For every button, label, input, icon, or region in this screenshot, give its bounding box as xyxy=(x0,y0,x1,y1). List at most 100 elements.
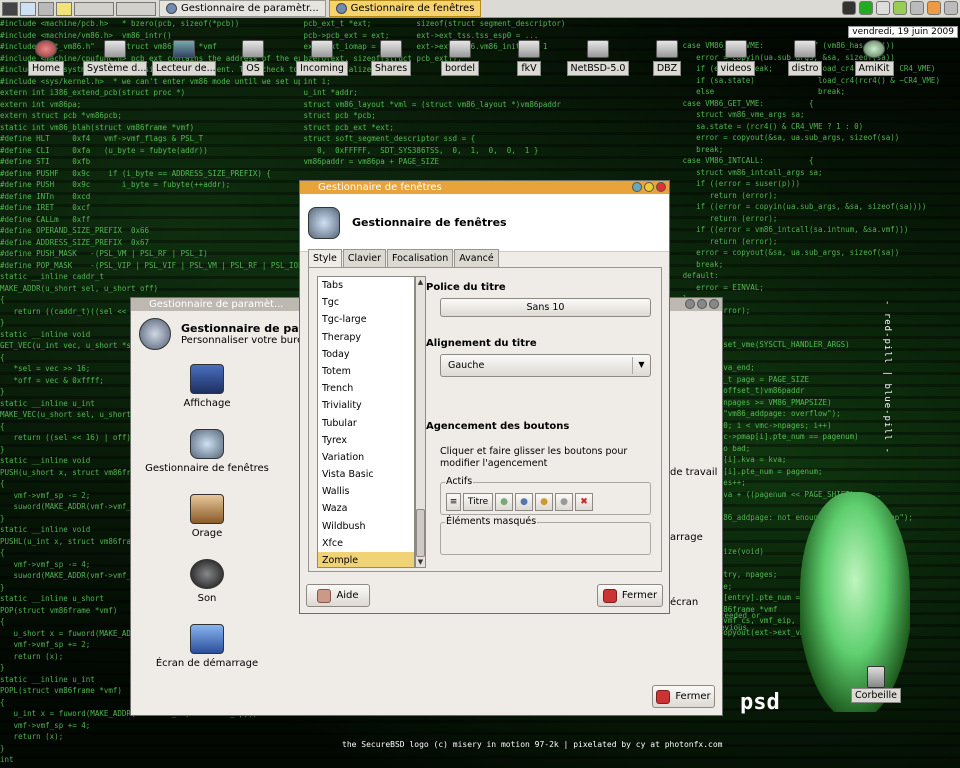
list-item[interactable]: Vista Basic xyxy=(318,466,414,483)
pref-item-window-manager[interactable]: Gestionnaire de fenêtres xyxy=(137,429,277,474)
clock[interactable]: vendredi, 19 juin 2009 xyxy=(848,26,958,38)
workspace-1-icon[interactable] xyxy=(38,1,54,16)
desktop-icon-incoming[interactable]: Incoming xyxy=(290,40,354,79)
pref-item-workspaces-label[interactable]: de travail xyxy=(670,467,717,478)
header-subtitle: Personnaliser votre burea xyxy=(181,335,310,346)
active-buttons-label: Actifs xyxy=(445,476,474,487)
desktop-icon-home[interactable]: Home xyxy=(14,40,78,79)
tab-style[interactable]: Style xyxy=(308,249,342,268)
list-item[interactable]: Triviality xyxy=(318,397,414,414)
display-icon xyxy=(190,364,224,394)
close-button[interactable]: Fermer xyxy=(652,685,715,708)
pref-item-orage[interactable]: Orage xyxy=(137,494,277,539)
folder-icon xyxy=(380,40,402,58)
title-align-select[interactable]: Gauche ▼ xyxy=(440,354,651,377)
taskbar-item-window-manager[interactable]: Gestionnaire de fenêtres xyxy=(328,0,482,17)
window-manager-icon xyxy=(190,429,224,459)
pref-item-startup-label[interactable]: arrage xyxy=(670,532,703,543)
clipboard-icon[interactable] xyxy=(910,1,924,15)
scroll-thumb[interactable] xyxy=(416,509,425,557)
tab-keyboard[interactable]: Clavier xyxy=(342,249,386,267)
window-title: Gestionnaire de paramèt... xyxy=(149,299,284,310)
desktop-icon-videos[interactable]: videos xyxy=(704,40,768,79)
list-item[interactable]: Variation xyxy=(318,449,414,466)
desktop-icon-os[interactable]: OS xyxy=(221,40,285,79)
close-button[interactable]: Fermer xyxy=(597,584,663,607)
folder-icon xyxy=(311,40,333,58)
list-item-selected[interactable]: Zomple xyxy=(318,552,414,567)
desktop-icon-shares[interactable]: Shares xyxy=(359,40,423,79)
scroll-down-icon[interactable]: ▼ xyxy=(416,557,425,567)
desktop-icon-system[interactable]: Système d... xyxy=(83,40,147,79)
pref-item-sound[interactable]: Son xyxy=(137,559,277,604)
folder-icon xyxy=(449,40,471,58)
desktop-icon-amikit[interactable]: AmiKit xyxy=(842,40,906,79)
list-item[interactable]: Tabs xyxy=(318,277,414,294)
desktop-icon-dbz[interactable]: DBZ xyxy=(635,40,699,79)
tab-focus[interactable]: Focalisation xyxy=(386,249,454,267)
firefox-icon[interactable] xyxy=(927,1,941,15)
window-controls xyxy=(685,299,719,309)
minimize-icon[interactable] xyxy=(632,182,642,192)
help-button[interactable]: Aide xyxy=(306,584,370,607)
scroll-up-icon[interactable]: ▲ xyxy=(416,277,425,287)
maximize-icon[interactable] xyxy=(644,182,654,192)
close-button-slot[interactable]: ✖ xyxy=(575,493,593,511)
desktop-icon-netbsd[interactable]: NetBSD-5.0 xyxy=(566,40,630,79)
terminal-icon[interactable] xyxy=(842,1,856,15)
workspace-3-icon[interactable] xyxy=(74,1,114,16)
chevron-down-icon: ▼ xyxy=(632,357,650,374)
battery-icon[interactable] xyxy=(859,1,873,15)
window-titlebar[interactable]: Gestionnaire de fenêtres xyxy=(300,181,669,194)
list-item[interactable]: Waza xyxy=(318,500,414,517)
tab-panel-style: Tabs Tgc Tgc-large Therapy Today Totem T… xyxy=(308,267,662,572)
drive-icon xyxy=(104,40,126,58)
power-icon[interactable] xyxy=(944,1,958,15)
list-item[interactable]: Tgc-large xyxy=(318,311,414,328)
pref-item-screen-label[interactable]: écran xyxy=(670,597,698,608)
list-item[interactable]: Xfce xyxy=(318,535,414,552)
window-manager-window: Gestionnaire de fenêtres Gestionnaire de… xyxy=(299,180,670,614)
tab-advanced[interactable]: Avancé xyxy=(454,249,499,267)
desktop-icon-floppy[interactable]: Lecteur de... xyxy=(152,40,216,79)
stick-button-slot[interactable]: ● xyxy=(495,493,513,511)
desktop-icon-trash[interactable]: Corbeille xyxy=(850,666,902,703)
menu-button-slot[interactable]: ≡ xyxy=(446,493,461,511)
title-button-slot[interactable]: Titre xyxy=(463,493,493,511)
desktop-icon-distro[interactable]: distro xyxy=(773,40,837,79)
workspace-4-icon[interactable] xyxy=(116,1,156,16)
xfce-icon xyxy=(190,624,224,654)
shade-button-slot[interactable]: ● xyxy=(515,493,533,511)
list-item[interactable]: Trench xyxy=(318,380,414,397)
desktop-icon-fkv[interactable]: fkV xyxy=(497,40,561,79)
pref-item-display[interactable]: Affichage xyxy=(137,364,277,409)
hidden-buttons-frame[interactable]: Éléments masqués xyxy=(440,516,651,555)
maximize-button-slot[interactable]: ● xyxy=(555,493,573,511)
app-menu-icon[interactable] xyxy=(2,1,18,16)
close-icon[interactable] xyxy=(709,299,719,309)
taskbar-item-settings[interactable]: Gestionnaire de paramètr... xyxy=(159,0,326,17)
theme-list-scrollbar[interactable]: ▲ ▼ xyxy=(415,276,426,568)
network-icon[interactable] xyxy=(893,1,907,15)
list-item[interactable]: Tubular xyxy=(318,415,414,432)
title-font-button[interactable]: Sans 10 xyxy=(440,298,651,317)
maximize-icon[interactable] xyxy=(697,299,707,309)
list-item[interactable]: Wildbush xyxy=(318,518,414,535)
minimize-button-slot[interactable]: ● xyxy=(535,493,553,511)
show-desktop-icon[interactable] xyxy=(20,1,36,16)
list-item[interactable]: Wallis xyxy=(318,483,414,500)
workspace-2-icon[interactable] xyxy=(56,1,72,16)
volume-icon[interactable] xyxy=(876,1,890,15)
title-font-label: Police du titre xyxy=(426,282,506,293)
list-item[interactable]: Tgc xyxy=(318,294,414,311)
list-item[interactable]: Totem xyxy=(318,363,414,380)
close-icon[interactable] xyxy=(656,182,666,192)
close-icon xyxy=(656,689,671,704)
list-item[interactable]: Tyrex xyxy=(318,432,414,449)
list-item[interactable]: Today xyxy=(318,346,414,363)
theme-list[interactable]: Tabs Tgc Tgc-large Therapy Today Totem T… xyxy=(317,276,415,568)
minimize-icon[interactable] xyxy=(685,299,695,309)
desktop-icon-bordel[interactable]: bordel xyxy=(428,40,492,79)
list-item[interactable]: Therapy xyxy=(318,329,414,346)
pref-item-splash[interactable]: Écran de démarrage xyxy=(137,624,277,669)
